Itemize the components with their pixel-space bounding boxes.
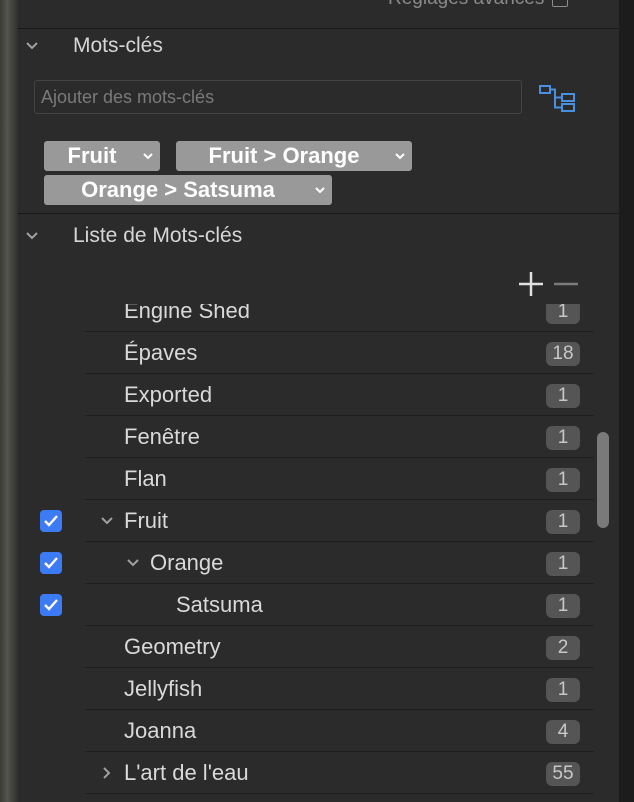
keyword-count-badge: 1 [546,426,580,450]
keyword-row[interactable]: Geometry 2 [18,626,619,668]
keyword-row[interactable]: Exported 1 [18,374,619,416]
scrollbar-thumb[interactable] [597,432,609,528]
divider [18,28,619,29]
keywords-panel: Réglages avancés Mots-clés Fruit Fruit >… [18,0,619,802]
advanced-toggle-icon [552,0,569,7]
keyword-chip-fruit-orange[interactable]: Fruit > Orange [176,141,412,171]
keyword-hierarchy-button[interactable] [538,84,576,112]
keyword-label: Exported [124,382,213,407]
keyword-input[interactable] [35,81,521,113]
keyword-count-badge: 18 [546,342,580,366]
keyword-count-badge: 1 [546,468,580,492]
keyword-chip-fruit[interactable]: Fruit [44,141,160,171]
keyword-count-badge: 1 [546,384,580,408]
keyword-count-badge: 1 [546,304,580,324]
keyword-row[interactable]: L'art de l'eau 55 [18,752,619,794]
keyword-label: Fruit [124,508,168,533]
chevron-down-icon[interactable] [126,556,140,570]
keyword-row[interactable]: Joanna 4 [18,710,619,752]
keyword-label: Engine Shed [124,304,250,323]
keyword-label: Joanna [124,718,197,743]
keyword-input-box[interactable] [34,80,522,114]
keyword-checkbox[interactable] [40,510,62,532]
checkmark-icon [44,515,58,527]
chevron-down-icon [140,152,156,160]
minus-icon [554,282,578,286]
keyword-row[interactable]: Épaves 18 [18,332,619,374]
keyword-label: Orange [150,550,224,575]
keyword-row[interactable]: Jellyfish 1 [18,668,619,710]
keyword-count-badge: 55 [546,762,580,786]
keyword-label: Geometry [124,634,221,659]
chevron-down-icon[interactable] [25,229,39,243]
chevron-down-icon [392,152,408,160]
keyword-row[interactable]: Flan 1 [18,458,619,500]
keyword-count-badge: 1 [546,594,580,618]
plus-icon [519,272,543,296]
window-edge [619,0,634,802]
keyword-label: L'art de l'eau [124,760,249,785]
add-keyword-button[interactable] [516,269,546,299]
background-edge [0,0,18,802]
checkmark-icon [44,599,58,611]
keyword-row[interactable]: Satsuma 1 [18,584,619,626]
chevron-down-icon[interactable] [100,514,114,528]
keyword-count-badge: 1 [546,678,580,702]
keyword-list[interactable]: Engine Shed 1 Épaves 18 Exported 1 Fenêtre 1 Fla… [18,304,619,802]
hierarchy-icon [539,85,575,112]
divider [18,213,619,214]
keyword-label: Satsuma [176,592,263,617]
advanced-settings-header[interactable]: Réglages avancés [388,0,569,10]
keyword-count-badge: 2 [546,636,580,660]
chevron-down-icon[interactable] [25,39,39,53]
keyword-checkbox[interactable] [40,552,62,574]
section-header-keywords[interactable]: Mots-clés [18,31,619,61]
keyword-chip-orange-satsuma[interactable]: Orange > Satsuma [44,175,332,205]
keyword-checkbox[interactable] [40,594,62,616]
keyword-row[interactable]: Fruit 1 [18,500,619,542]
keyword-count-badge: 1 [546,510,580,534]
section-header-keyword-list[interactable]: Liste de Mots-clés [18,221,619,251]
keyword-label: Flan [124,466,167,491]
keyword-count-badge: 1 [546,552,580,576]
section-title: Liste de Mots-clés [73,224,243,247]
remove-keyword-button[interactable] [551,269,581,299]
keyword-label: Jellyfish [124,676,203,701]
section-title: Mots-clés [73,34,163,57]
keyword-label: Fenêtre [124,424,200,449]
checkmark-icon [44,557,58,569]
keyword-count-badge: 4 [546,720,580,744]
chevron-down-icon [312,186,328,194]
keyword-row[interactable]: Fenêtre 1 [18,416,619,458]
keyword-row[interactable]: Engine Shed 1 [18,304,619,332]
keyword-label: Épaves [124,340,198,365]
chevron-right-icon[interactable] [100,766,114,780]
keyword-row[interactable]: Orange 1 [18,542,619,584]
row-divider [85,793,594,794]
